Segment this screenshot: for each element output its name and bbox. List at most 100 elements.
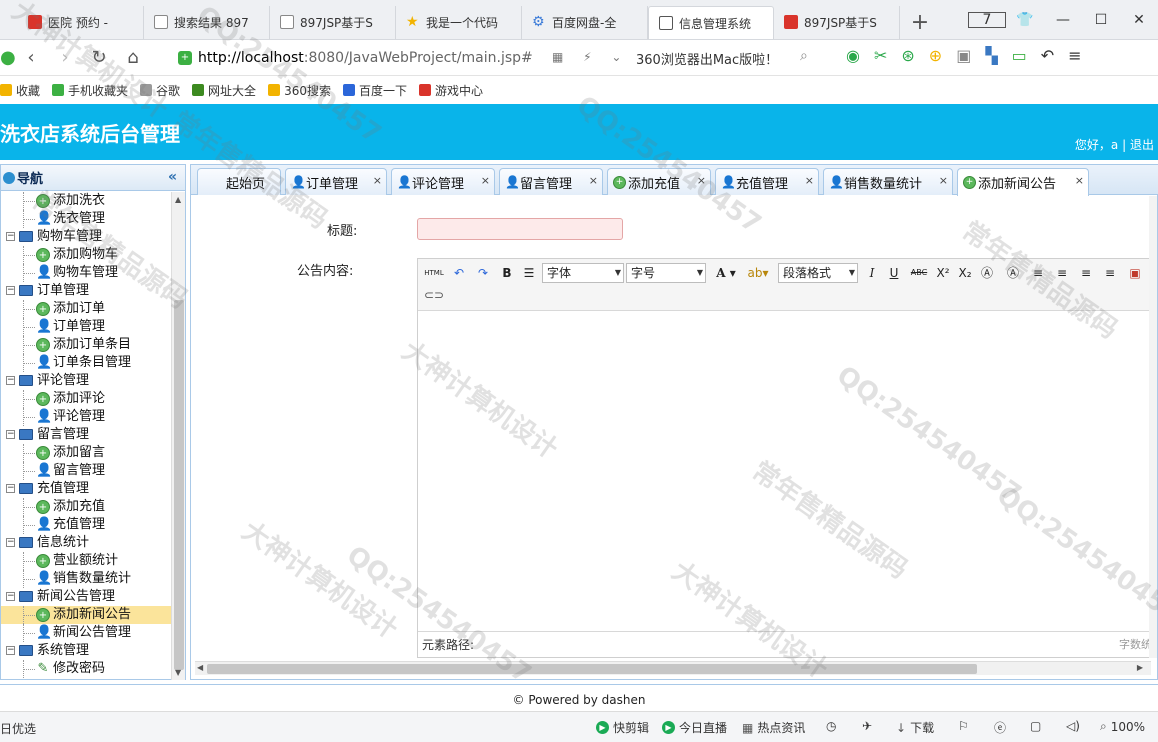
bookmark-item[interactable]: 360搜索 [268, 82, 331, 99]
tree-item[interactable]: 👤 购物车管理 [1, 264, 171, 282]
browser-tab[interactable]: ⚙ 百度网盘-全 [522, 6, 648, 39]
close-tab-icon[interactable]: × [481, 174, 490, 187]
zoom-item[interactable]: ⌕ 100% [1100, 719, 1145, 734]
apps-icon[interactable]: ▚ [985, 46, 997, 65]
promo-text[interactable]: 360浏览器出Mac版啦！ [636, 49, 778, 68]
new-tab-button[interactable]: + [900, 6, 940, 39]
close-tab-icon[interactable]: × [1075, 174, 1084, 187]
collapse-toggle-icon[interactable]: − [6, 484, 15, 493]
strikethrough-button[interactable]: ABC [908, 263, 930, 283]
clear-format-icon[interactable]: Ⓐ [978, 263, 996, 283]
tab-count-badge[interactable]: 7 [968, 12, 1006, 28]
tree-item[interactable]: + 添加订单条目 [1, 336, 171, 354]
close-tab-icon[interactable]: × [373, 174, 382, 187]
scroll-down-icon[interactable]: ▼ [175, 668, 181, 677]
collapse-toggle-icon[interactable]: − [6, 286, 15, 295]
font-color-button[interactable]: A ▾ [712, 263, 740, 283]
speed-icon[interactable]: ◷ [826, 719, 836, 733]
page-tab[interactable]: 👤 订单管理 × [285, 168, 387, 195]
browser-tab[interactable]: 医院 预约 - [18, 6, 144, 39]
scroll-right-icon[interactable]: ▶ [1137, 663, 1143, 672]
align-left-icon[interactable]: ≡ [1030, 263, 1046, 283]
tree-item[interactable]: + 添加新闻公告 [1, 606, 171, 624]
menu-icon[interactable]: ≡ [1068, 46, 1081, 65]
close-tab-icon[interactable]: × [697, 174, 706, 187]
bookmark-item[interactable]: 谷歌 [140, 82, 180, 99]
volume-icon[interactable]: ◁) [1066, 719, 1080, 733]
tree-item[interactable]: 👤 洗衣管理 [1, 210, 171, 228]
bold-button[interactable]: B [498, 263, 516, 283]
flag-icon[interactable]: ⚐ [958, 719, 969, 733]
quick-edit-item[interactable]: ▶ 快剪辑 [596, 719, 649, 736]
collapse-icon[interactable]: « [168, 169, 177, 185]
redo-editor-icon[interactable]: ↷ [474, 263, 492, 283]
logout-link[interactable]: 退出 [1130, 138, 1154, 152]
bookmark-item[interactable]: 手机收藏夹 [52, 82, 128, 99]
page-tab[interactable]: + 添加充值 × [607, 168, 711, 195]
tree-item[interactable]: + 添加洗衣 [1, 192, 171, 210]
main-scrollbar[interactable] [1149, 196, 1157, 658]
editor-body[interactable] [418, 312, 1156, 630]
back-icon[interactable]: ‹ [14, 47, 48, 68]
browser-tab[interactable]: 897JSP基于S [270, 6, 396, 39]
tree-group[interactable]: − 充值管理 [1, 480, 171, 498]
tree-item[interactable]: ✎ 修改密码 [1, 660, 171, 678]
minimize-icon[interactable]: — [1044, 12, 1082, 28]
close-tab-icon[interactable]: × [589, 174, 598, 187]
news-item[interactable]: ▦ 热点资讯 [742, 719, 805, 736]
page-tab[interactable]: 👤 充值管理 × [715, 168, 819, 195]
tree-item[interactable]: 👤 订单管理 [1, 318, 171, 336]
tree-item[interactable]: + 添加订单 [1, 300, 171, 318]
superscript-button[interactable]: X² [934, 263, 952, 283]
align-center-icon[interactable]: ≡ [1054, 263, 1070, 283]
tree-item[interactable]: + 添加充值 [1, 498, 171, 516]
battery-icon[interactable]: ▭ [1012, 46, 1027, 65]
tree-item[interactable]: 👤 销售数量统计 [1, 570, 171, 588]
tree-item[interactable]: + 添加留言 [1, 444, 171, 462]
extension-green-icon[interactable]: ◉ [846, 46, 860, 65]
insert-image-icon[interactable]: ▣ [1126, 263, 1144, 283]
page-tab[interactable]: 👤 评论管理 × [391, 168, 495, 195]
subscript-button[interactable]: X₂ [956, 263, 974, 283]
font-family-select[interactable]: 字体 ▼ [542, 263, 624, 283]
browser-tab[interactable]: 信息管理系统 [648, 6, 774, 39]
bookmark-item[interactable]: 网址大全 [192, 82, 256, 99]
bookmark-item[interactable]: 游戏中心 [418, 82, 483, 99]
tree-item[interactable]: 👤 充值管理 [1, 516, 171, 534]
browser-tab[interactable]: 搜索结果 897 [144, 6, 270, 39]
paste-text-icon[interactable]: Ⓐ [1004, 263, 1022, 283]
scissors-icon[interactable]: ✂ [874, 46, 887, 65]
image-icon[interactable]: ▣ [956, 46, 971, 65]
collapse-toggle-icon[interactable]: − [6, 232, 15, 241]
paragraph-select[interactable]: 段落格式 ▼ [778, 263, 858, 283]
scroll-up-icon[interactable]: ▲ [175, 195, 181, 204]
align-right-icon[interactable]: ≡ [1078, 263, 1094, 283]
collapse-toggle-icon[interactable]: − [6, 592, 15, 601]
collapse-toggle-icon[interactable]: − [6, 376, 15, 385]
page-tab[interactable]: + 添加新闻公告 × [957, 168, 1089, 196]
page-tab[interactable]: 👤 销售数量统计 × [823, 168, 953, 195]
tree-group[interactable]: − 订单管理 [1, 282, 171, 300]
tree-item[interactable]: 👤 订单条目管理 [1, 354, 171, 372]
close-window-icon[interactable]: ✕ [1120, 12, 1158, 28]
title-input[interactable] [417, 218, 623, 240]
underline-button[interactable]: U [886, 263, 902, 283]
link-icon[interactable]: ⊂⊃ [424, 285, 444, 305]
tree-group[interactable]: − 评论管理 [1, 372, 171, 390]
html-button[interactable]: HTML [424, 263, 444, 283]
align-justify-icon[interactable]: ≡ [1102, 263, 1118, 283]
font-size-select[interactable]: 字号 ▼ [626, 263, 706, 283]
horizontal-scroll-thumb[interactable] [207, 664, 977, 674]
page-tab[interactable]: 起始页 [197, 168, 281, 195]
reload-icon[interactable]: ↻ [82, 47, 116, 68]
undo-editor-icon[interactable]: ↶ [450, 263, 468, 283]
search-icon[interactable]: ⌕ [800, 48, 808, 64]
maximize-icon[interactable]: ☐ [1082, 12, 1120, 28]
home-icon[interactable]: ⌂ [116, 47, 150, 68]
tree-group[interactable]: − 购物车管理 [1, 228, 171, 246]
sidebar-scroll-thumb[interactable] [174, 300, 184, 670]
window-icon[interactable]: ▢ [1030, 719, 1041, 733]
close-tab-icon[interactable]: × [939, 174, 948, 187]
highlight-color-icon[interactable]: ab▾ [744, 263, 772, 283]
tree-group[interactable]: − 新闻公告管理 [1, 588, 171, 606]
